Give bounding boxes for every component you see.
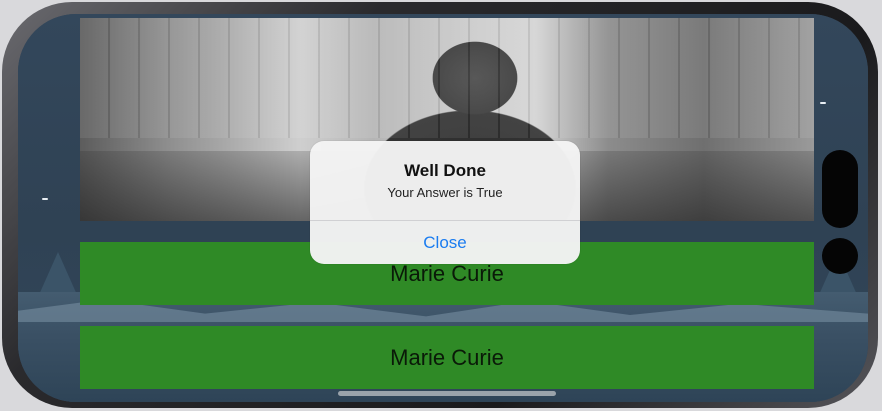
close-button[interactable]: Close [310, 221, 580, 264]
alert-title: Well Done [404, 161, 486, 180]
alert-message: Your Answer is True [387, 185, 503, 200]
answer-label-2: Marie Curie [390, 344, 504, 370]
background-star [820, 102, 826, 104]
background-star [42, 198, 48, 200]
front-camera [822, 238, 858, 274]
result-alert: Well Done Your Answer is True Close [310, 141, 580, 264]
home-indicator[interactable] [338, 391, 556, 396]
dynamic-island [822, 150, 858, 228]
answer-label-1: Marie Curie [390, 260, 504, 286]
answer-button-2[interactable]: Marie Curie [80, 326, 814, 389]
